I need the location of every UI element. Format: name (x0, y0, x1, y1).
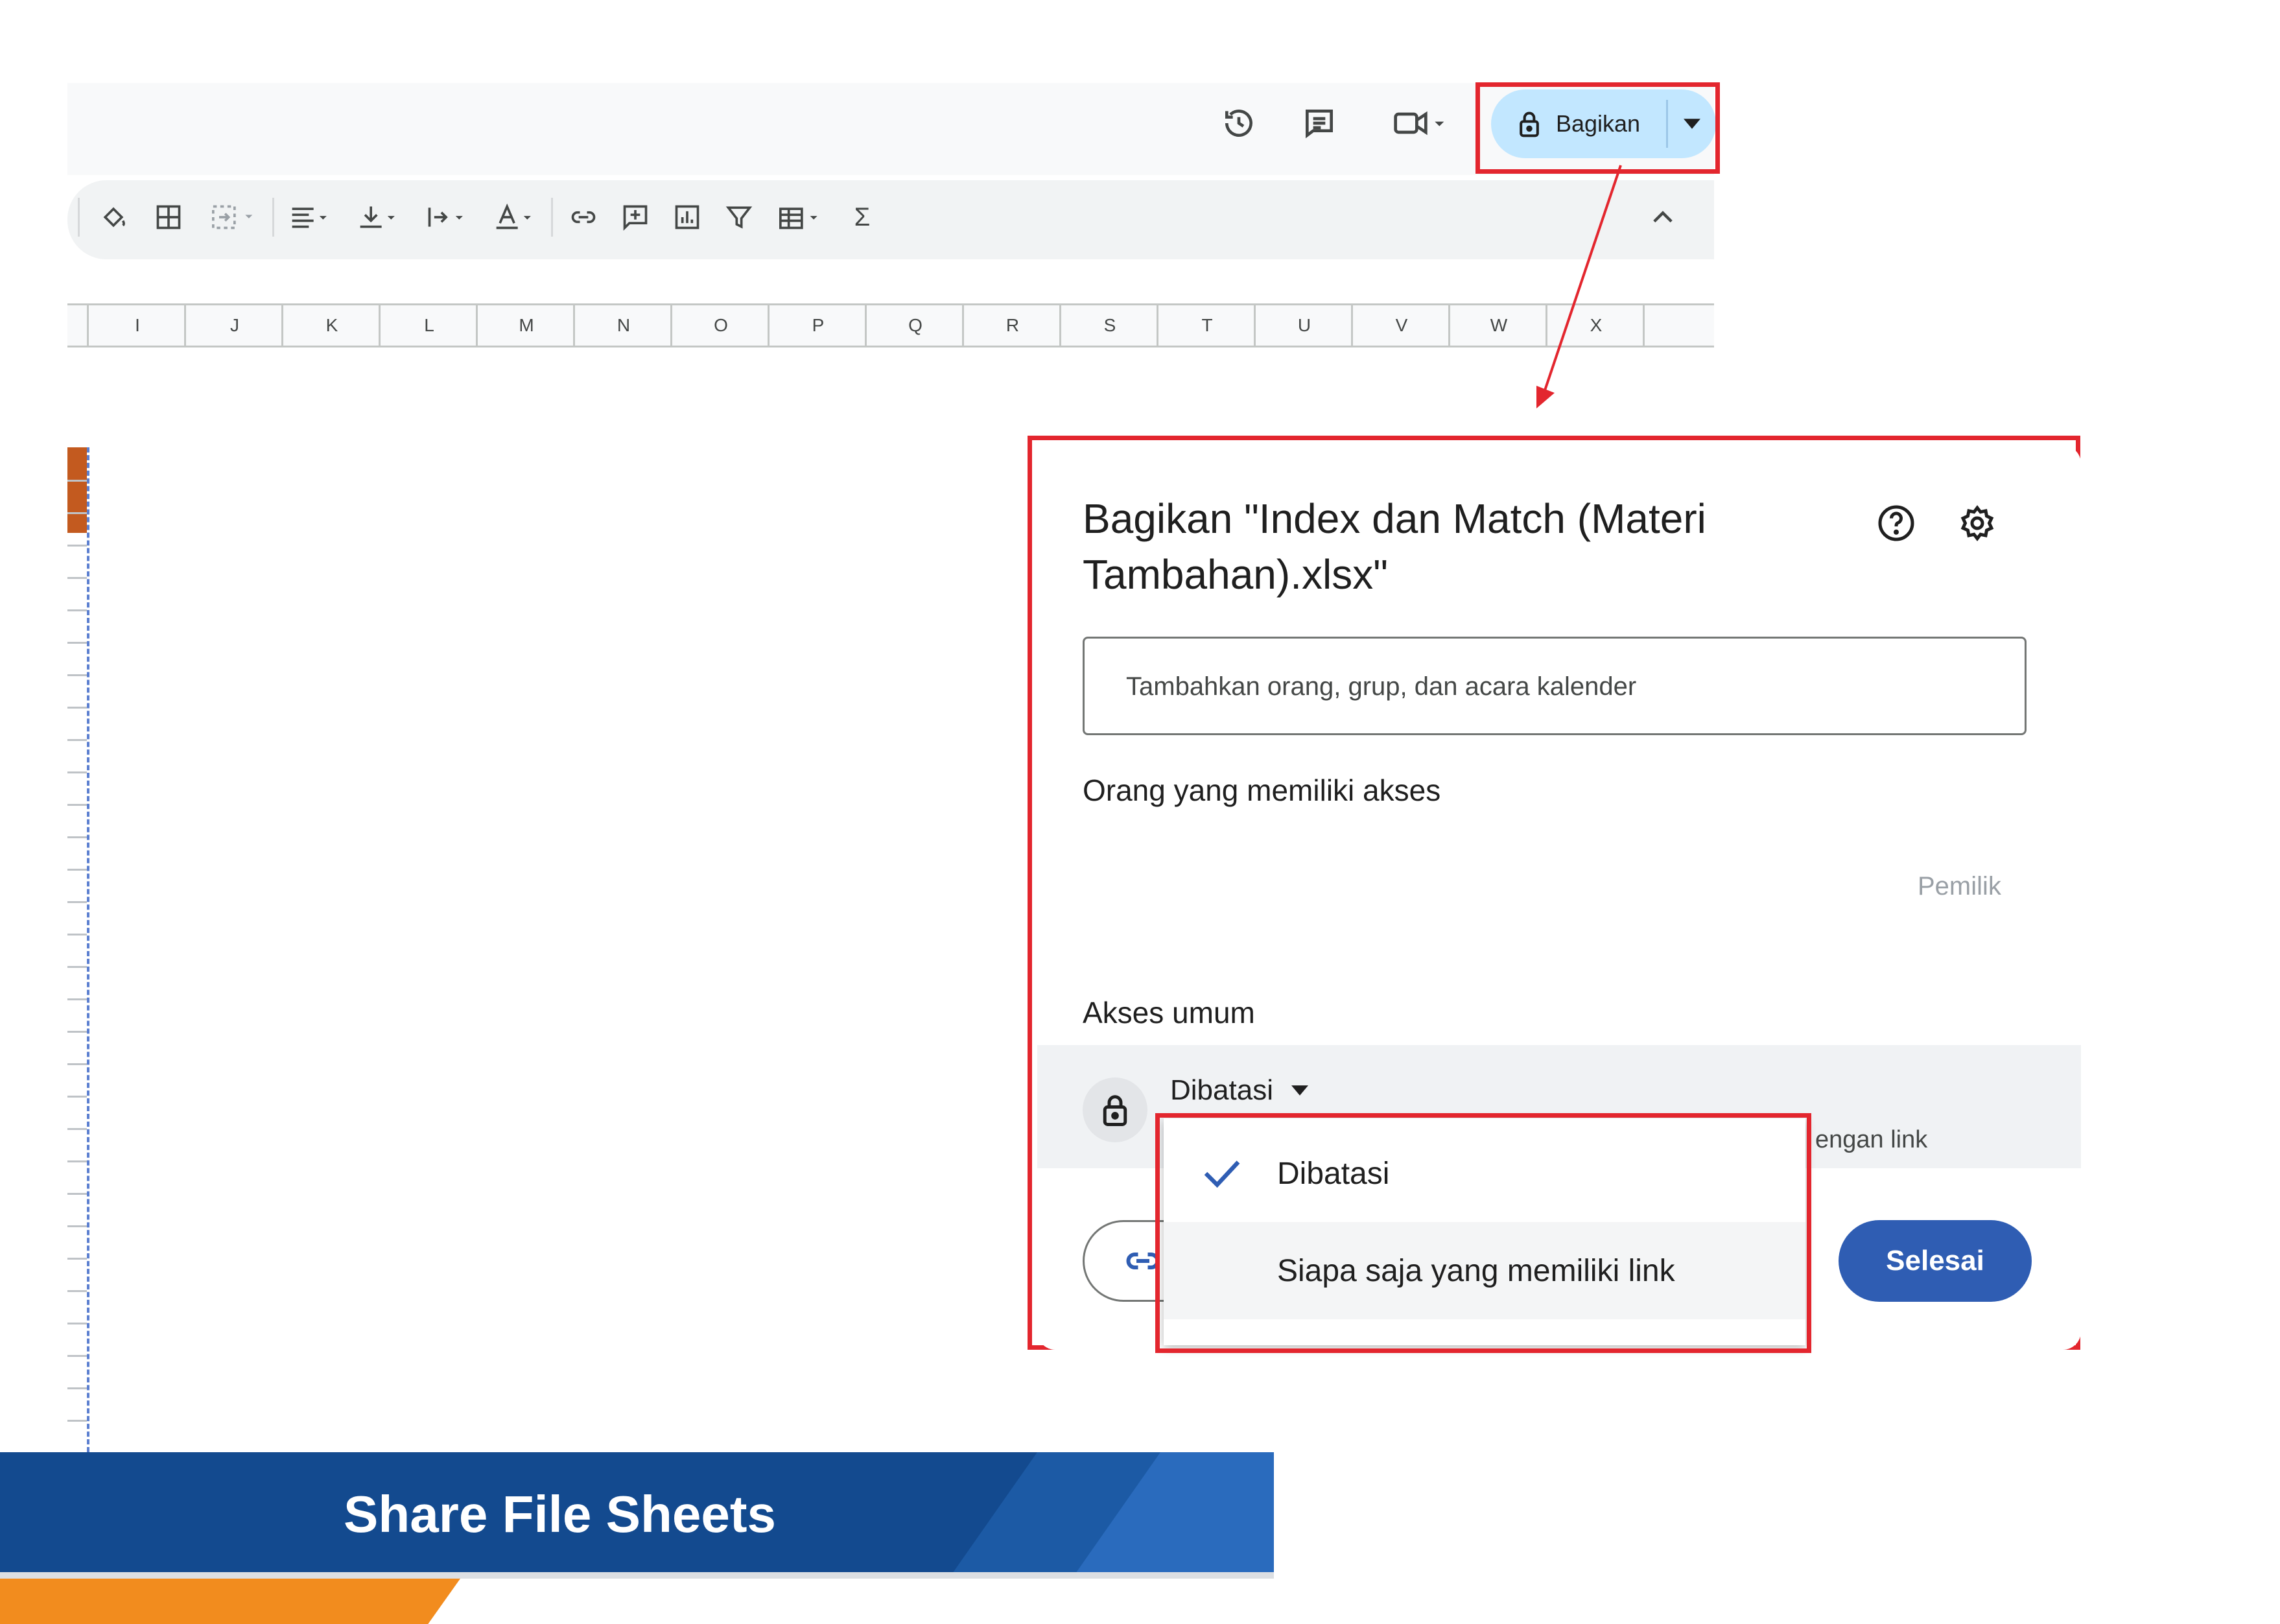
owner-role-label: Pemilik (1918, 872, 2001, 900)
column-header-L[interactable]: L (379, 305, 478, 346)
align-icon[interactable] (282, 194, 340, 240)
column-header-N[interactable]: N (573, 305, 672, 346)
row-gridline (67, 1225, 87, 1227)
row-gridline (67, 869, 87, 871)
row-gridline (67, 1258, 87, 1260)
dialog-title: Bagikan "Index dan Match (Materi Tambaha… (1083, 495, 1706, 598)
column-header-K[interactable]: K (281, 305, 381, 346)
row-gridline (67, 1355, 87, 1357)
merge-cells-icon[interactable] (201, 194, 266, 240)
column-header-I[interactable]: I (87, 305, 186, 346)
row-gridline (67, 674, 87, 676)
row-gridline (67, 771, 87, 773)
column-header-M[interactable]: M (476, 305, 575, 346)
filter-icon[interactable] (720, 194, 758, 240)
row-gridline (67, 1160, 87, 1162)
meet-icon[interactable] (1387, 100, 1452, 146)
toolbar-separator (78, 198, 80, 237)
row-gridline (67, 1031, 87, 1033)
column-header-edge (1643, 305, 1716, 346)
row-gridline (67, 934, 87, 936)
add-people-field[interactable] (1083, 637, 2027, 735)
history-icon[interactable] (1216, 100, 1262, 146)
row-gridline (67, 480, 87, 482)
column-header-O[interactable]: O (670, 305, 770, 346)
text-color-icon[interactable] (486, 194, 545, 240)
title-banner: Share File Sheets (0, 1452, 1274, 1572)
row-gridline (67, 1193, 87, 1195)
row-gridline (67, 804, 87, 806)
copy-selection-border (87, 447, 89, 1452)
toolbar-separator (551, 198, 553, 237)
row-gridline (67, 836, 87, 838)
row-gridline (67, 707, 87, 709)
column-header-row: I J K L M N O P Q R S T U V W X (67, 303, 1714, 347)
row-gridline (67, 577, 87, 579)
menu-highlight (1155, 1113, 1811, 1353)
banner-underline (0, 1572, 1274, 1579)
pointer-arrow (1536, 165, 1622, 408)
row-gridline (67, 739, 87, 741)
link-icon[interactable] (564, 194, 603, 240)
row-gridline (67, 512, 87, 514)
column-header-R[interactable]: R (962, 305, 1061, 346)
function-icon[interactable]: Σ (843, 194, 882, 240)
row-gridline (67, 1096, 87, 1098)
add-people-input[interactable] (1125, 639, 2009, 735)
column-header-S[interactable]: S (1059, 305, 1158, 346)
help-icon[interactable] (1870, 497, 1922, 549)
comment-icon[interactable] (1297, 100, 1342, 146)
sheets-top-bar (67, 83, 1714, 175)
column-header-U[interactable]: U (1254, 305, 1353, 346)
general-access-dropdown[interactable]: Dibatasi (1170, 1068, 1308, 1113)
general-access-lock-icon (1083, 1077, 1147, 1142)
column-header-T[interactable]: T (1157, 305, 1256, 346)
settings-gear-icon[interactable] (1951, 497, 2003, 549)
caret-down-icon (1291, 1085, 1308, 1096)
orange-accent-bar (0, 1579, 460, 1624)
column-header-P[interactable]: P (768, 305, 867, 346)
selected-cell-fill (67, 447, 87, 533)
share-button-highlight (1475, 82, 1720, 174)
borders-icon[interactable] (149, 194, 188, 240)
row-gridline (67, 1290, 87, 1292)
general-access-description: engan link (1815, 1126, 1928, 1153)
row-gridline (67, 901, 87, 903)
row-gridline (67, 545, 87, 547)
row-gridline (67, 966, 87, 968)
insert-comment-icon[interactable] (616, 194, 655, 240)
done-button[interactable]: Selesai (1839, 1220, 2032, 1302)
row-gridline (67, 1063, 87, 1065)
valign-icon[interactable] (350, 194, 408, 240)
row-gridline (67, 998, 87, 1000)
row-gridline (67, 1128, 87, 1130)
row-gridline (67, 1323, 87, 1324)
row-gridline (67, 642, 87, 644)
banner-title: Share File Sheets (344, 1485, 776, 1543)
toolbar-separator (272, 198, 274, 237)
general-access-heading: Akses umum (1083, 996, 1255, 1030)
column-header-Q[interactable]: Q (865, 305, 964, 346)
text-direction-icon[interactable] (418, 194, 476, 240)
row-gridline (67, 609, 87, 611)
people-with-access-heading: Orang yang memiliki akses (1083, 773, 1441, 807)
row-gridline (67, 1387, 87, 1389)
row-gridline (67, 1420, 87, 1422)
column-header-V[interactable]: V (1351, 305, 1450, 346)
table-view-icon[interactable] (768, 194, 833, 240)
insert-chart-icon[interactable] (668, 194, 707, 240)
general-access-selected: Dibatasi (1170, 1074, 1273, 1106)
column-header-J[interactable]: J (184, 305, 283, 346)
paint-fill-icon[interactable] (94, 194, 133, 240)
collapse-icon[interactable] (1640, 194, 1686, 240)
